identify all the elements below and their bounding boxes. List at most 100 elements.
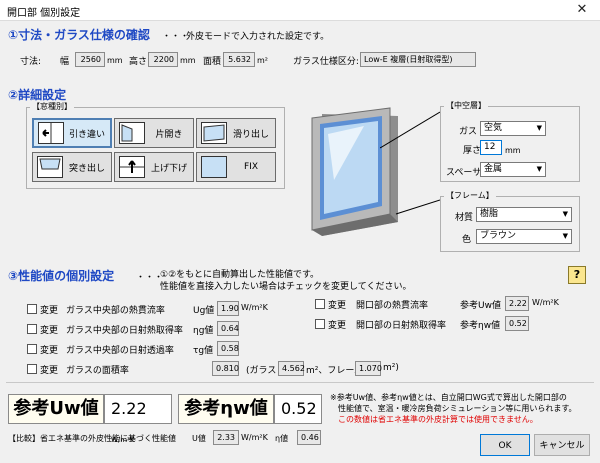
- double-hung-window-icon: [119, 156, 145, 178]
- ref-etaw-value: 0.52: [274, 394, 322, 424]
- help-icon[interactable]: ?: [568, 266, 586, 284]
- window-type-double-hung-button[interactable]: 上げ下げ: [114, 152, 194, 182]
- casement-window-icon: [119, 122, 145, 144]
- compare-u-unit: W/m²K: [241, 433, 268, 442]
- width-unit: mm: [107, 56, 123, 65]
- thickness-label: 厚さ: [463, 146, 482, 156]
- section3-dots: ・・・: [136, 273, 164, 283]
- color-select[interactable]: ブラウン ▼: [476, 229, 572, 244]
- window-type-awning-button[interactable]: 突き出し: [32, 152, 112, 182]
- color-label: 色: [462, 235, 472, 245]
- material-value: 樹脂: [480, 209, 499, 219]
- ok-button[interactable]: OK: [480, 434, 530, 456]
- ug-field: 1.90: [217, 301, 239, 316]
- change-checkbox[interactable]: [27, 344, 37, 354]
- color-value: ブラウン: [480, 231, 517, 241]
- window-type-label: FIX: [244, 162, 258, 172]
- compare-eta-label: η値: [275, 434, 289, 443]
- window-type-label: 片開き: [155, 129, 183, 140]
- row-unit: W/m²K: [241, 303, 268, 312]
- window-type-casement-button[interactable]: 片開き: [114, 118, 194, 148]
- divider: [6, 382, 594, 383]
- row-symbol: 参考ηw値: [460, 321, 501, 331]
- change-checkbox[interactable]: [27, 304, 37, 314]
- etag-field: 0.64: [217, 321, 239, 336]
- section1-dots: ・・・: [162, 32, 190, 42]
- window-type-label: 引き違い: [68, 129, 105, 140]
- height-unit: mm: [180, 56, 196, 65]
- glass-spec-field: Low-E 複層(日射取得型): [360, 52, 476, 67]
- compare-label: 【比較】省エネ基準の外皮性能に基づく性能値: [8, 434, 176, 443]
- section3-note2: 性能値を直接入力したい場合はチェックを変更してください。: [160, 282, 412, 292]
- area-suffix: m²): [383, 363, 399, 373]
- note-line1: ※参考Uw値、参考ηw値とは、自立開口WG式で算出した開口部の: [330, 393, 567, 402]
- row-text: ガラス中央部の日射透過率: [66, 346, 174, 356]
- chevron-down-icon: ▼: [536, 165, 542, 173]
- spacer-value: 金属: [484, 164, 503, 174]
- change-checkbox[interactable]: [315, 299, 325, 309]
- taug-field: 0.58: [217, 341, 239, 356]
- chevron-down-icon: ▼: [562, 210, 568, 218]
- glass-area-ratio-field: 0.810: [212, 361, 239, 376]
- close-icon[interactable]: ✕: [570, 1, 594, 19]
- thickness-unit: mm: [505, 146, 521, 155]
- row-unit: W/m²K: [532, 298, 559, 307]
- ref-uw-value-box: 2.22 W/m²K: [104, 394, 172, 444]
- row-text: ガラス中央部の熱貫流率: [66, 306, 165, 316]
- area-label: 面積: [203, 57, 222, 67]
- row-text: ガラスの面積率: [66, 366, 129, 376]
- dims-label: 寸法:: [20, 57, 42, 67]
- window-type-legend: 【窓種別】: [30, 101, 74, 112]
- slide-out-window-icon: [201, 122, 227, 144]
- change-label: 変更: [40, 346, 59, 356]
- change-checkbox[interactable]: [27, 364, 37, 374]
- ref-etaw-field: 0.52: [505, 316, 529, 331]
- window-type-slide-out-button[interactable]: 滑り出し: [196, 118, 276, 148]
- row-text: 開口部の熱貫流率: [356, 301, 429, 311]
- window-type-fix-button[interactable]: FIX: [196, 152, 276, 182]
- note-line3: この数値は省エネ基準の外皮計算では使用できません。: [338, 415, 538, 424]
- note-line2: 性能値で、室温・暖冷房負荷シミュレーション等に用いられます。: [338, 404, 577, 413]
- height-field: 2200: [148, 52, 178, 67]
- area-field: 5.632: [223, 52, 255, 67]
- spacer-label: スペーサ: [446, 168, 482, 178]
- window-type-sliding-button[interactable]: 引き違い: [32, 118, 112, 148]
- chevron-down-icon: ▼: [536, 124, 542, 132]
- gas-select[interactable]: 空気 ▼: [480, 121, 546, 136]
- change-checkbox[interactable]: [315, 319, 325, 329]
- window-title: 開口部 個別設定: [7, 8, 81, 19]
- compare-eta-field: 0.46: [297, 430, 321, 445]
- cancel-button[interactable]: キャンセル: [534, 434, 590, 456]
- awning-window-icon: [37, 156, 63, 178]
- section3-heading: ③性能値の個別設定: [8, 269, 115, 283]
- sliding-window-icon: [38, 122, 64, 144]
- pointer-lines: [380, 111, 440, 215]
- section1-heading: ①寸法・ガラス仕様の確認: [8, 28, 150, 42]
- row-symbol: Ug値: [193, 306, 215, 316]
- ref-uw-label: 参考Uw値: [8, 394, 104, 424]
- ref-uw-value: 2.22: [111, 399, 147, 418]
- width-label: 幅: [60, 57, 70, 67]
- change-label: 変更: [40, 366, 59, 376]
- change-label: 変更: [40, 326, 59, 336]
- height-label: 高さ: [129, 57, 148, 67]
- section1-note: 外皮モードで入力された設定です。: [186, 32, 330, 42]
- glass-spec-label: ガラス仕様区分:: [293, 57, 359, 67]
- gas-label: ガス: [459, 127, 478, 137]
- area-glass-field: 4.562: [278, 361, 305, 376]
- area-unit: m²: [257, 56, 268, 65]
- material-label: 材質: [455, 213, 474, 223]
- thickness-input[interactable]: 12: [480, 140, 502, 155]
- material-select[interactable]: 樹脂 ▼: [476, 207, 572, 222]
- window-type-label: 滑り出し: [232, 129, 269, 140]
- gas-value: 空気: [484, 123, 503, 133]
- ref-uw-field: 2.22: [505, 296, 529, 311]
- row-text: 開口部の日射熱取得率: [356, 321, 447, 331]
- window-type-label: 突き出し: [68, 163, 105, 174]
- air-layer-legend: 【中空層】: [444, 100, 488, 111]
- area-frame-field: 1.070: [355, 361, 382, 376]
- change-label: 変更: [328, 301, 347, 311]
- change-checkbox[interactable]: [27, 324, 37, 334]
- width-field: 2560: [75, 52, 105, 67]
- spacer-select[interactable]: 金属 ▼: [480, 162, 546, 177]
